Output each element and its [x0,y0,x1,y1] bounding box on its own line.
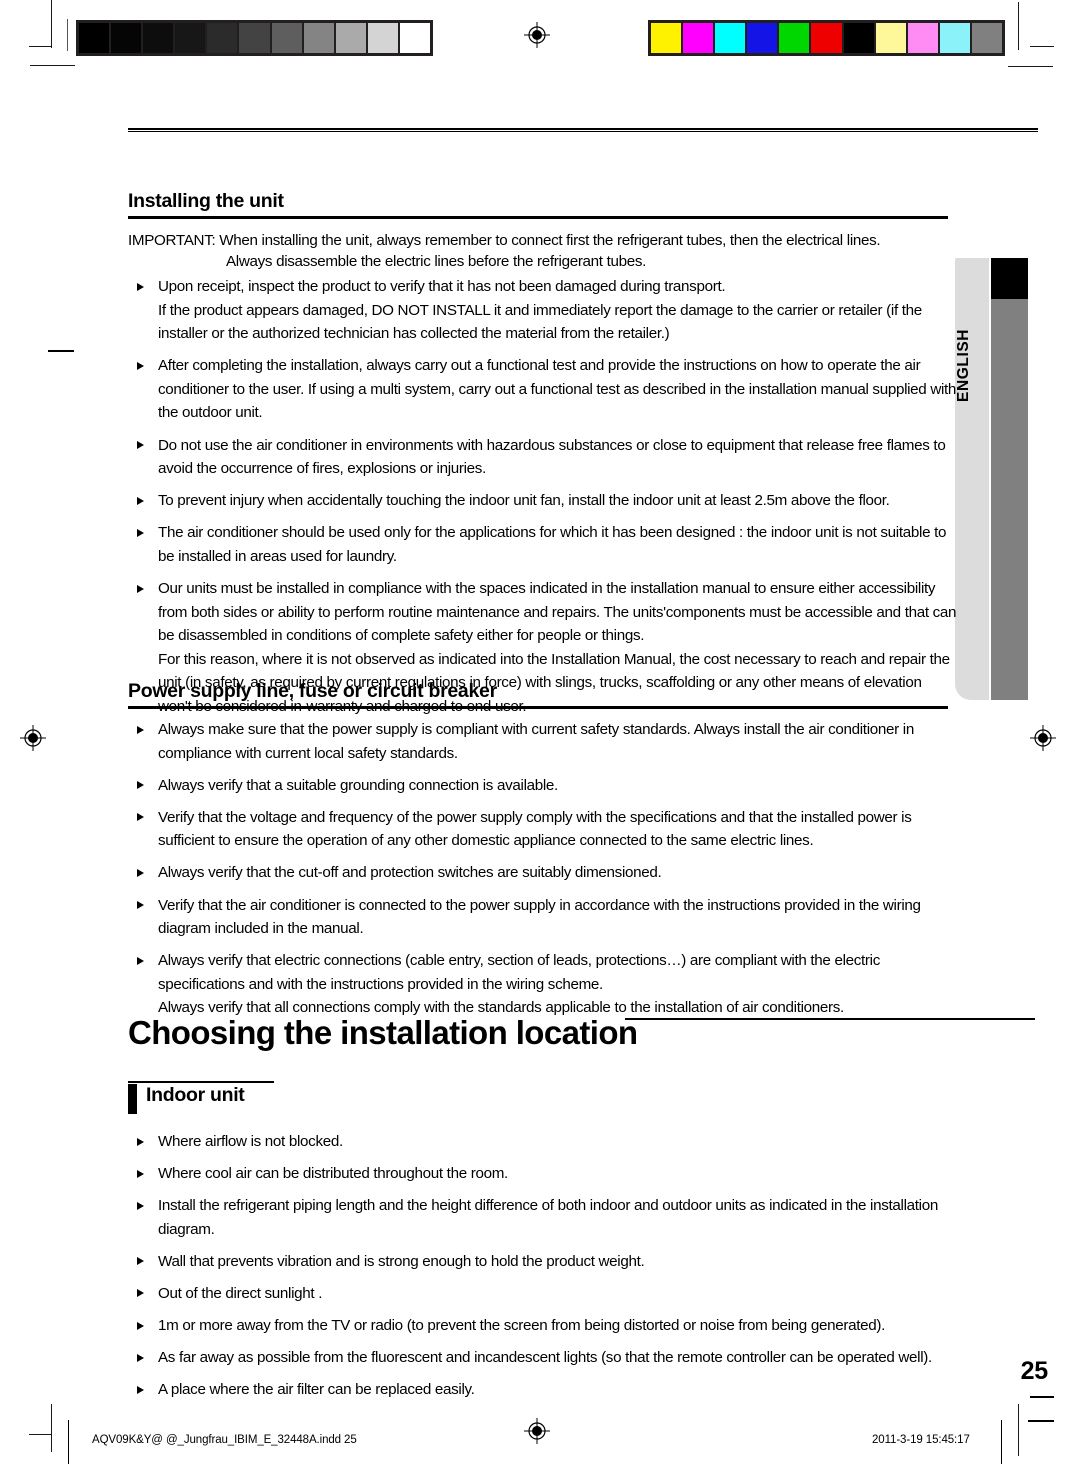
list-item: Always make sure that the power supply i… [128,718,958,765]
list-item: 1m or more away from the TV or radio (to… [128,1314,958,1338]
list-item-text: Verify that the air conditioner is conne… [158,896,921,938]
list-item: Always verify that the cut-off and prote… [128,861,958,885]
list-item-text: To prevent injury when accidentally touc… [158,492,890,510]
section-heading-power-supply: Power supply line, fuse or circuit break… [128,680,497,702]
footer-timestamp: 2011-3-19 15:45:17 [872,1434,970,1446]
list-item-text: Always make sure that the power supply i… [158,721,914,762]
list-item-text: Install the refrigerant piping length an… [158,1197,938,1238]
list-item: After completing the installation, alway… [128,354,958,425]
crop-mark-top-left-vertical [51,0,52,48]
list-item: Verify that the voltage and frequency of… [128,806,958,853]
important-note-line2: Always disassemble the electric lines be… [226,253,647,270]
list-item-text: As far away as possible from the fluores… [158,1349,932,1367]
list-item-text: Verify that the voltage and frequency of… [158,808,912,850]
triangle-bullet-icon [137,361,144,370]
footer-left-rule [68,1420,69,1464]
section-rule-installing-the-unit [128,216,948,219]
page-content: Installing the unit IMPORTANT: When inst… [128,0,1048,1476]
list-item-text: Do not use the air conditioner in enviro… [158,436,946,478]
list-item: Always verify that electric connections … [128,949,958,1020]
list-item: Where cool air can be distributed throug… [128,1162,958,1186]
list-item-text: Our units must be installed in complianc… [158,580,957,645]
crop-mark-left-middle-dash [48,350,74,352]
list-item: A place where the air filter can be repl… [128,1378,958,1402]
list-item: Verify that the air conditioner is conne… [128,894,958,941]
list-item: The air conditioner should be used only … [128,521,958,568]
list-item-text: Upon receipt, inspect the product to ver… [158,278,726,295]
list-item-text: Where airflow is not blocked. [158,1133,343,1150]
triangle-bullet-icon [137,1321,144,1330]
subsection-rule [128,1081,274,1083]
triangle-bullet-icon [137,1201,144,1210]
indoor-unit-bullet-list: Where airflow is not blocked. Where cool … [128,1130,958,1410]
list-item: Where airflow is not blocked. [128,1130,958,1154]
list-item-text: After completing the installation, alway… [158,357,957,422]
list-item: As far away as possible from the fluores… [128,1346,958,1370]
triangle-bullet-icon [137,1137,144,1146]
triangle-bullet-icon [137,1353,144,1362]
crop-mark-top-left-horizontal-2 [30,65,75,66]
footer-filename: AQV09K&Y@ @_Jungfrau_IBIM_E_32448A.indd … [92,1434,357,1446]
crop-mark-bottom-left-horizontal [29,1434,51,1435]
list-item-text: The air conditioner should be used only … [158,524,947,565]
page-number: 25 [1020,1357,1049,1385]
crop-mark-top-left-horizontal [29,46,51,47]
triangle-bullet-icon [137,1169,144,1178]
triangle-bullet-icon [137,956,144,965]
list-item: Do not use the air conditioner in enviro… [128,434,958,481]
triangle-bullet-icon [137,584,144,593]
section-heading-installing-the-unit: Installing the unit [128,190,284,212]
triangle-bullet-icon [137,1385,144,1394]
triangle-bullet-icon [137,282,144,291]
crop-mark-top-left-inner [67,19,68,51]
triangle-bullet-icon [137,1257,144,1266]
list-item-text: A place where the air filter can be repl… [158,1381,475,1399]
subsection-heading-indoor-unit: Indoor unit [146,1084,245,1106]
list-item: Wall that prevents vibration and is stro… [128,1250,958,1274]
list-item: Upon receipt, inspect the product to ver… [128,275,958,346]
triangle-bullet-icon [137,1289,144,1298]
triangle-bullet-icon [137,868,144,877]
triangle-bullet-icon [137,813,144,822]
calibration-patch-0 [79,23,112,53]
list-item: Install the refrigerant piping length an… [128,1194,958,1241]
list-item-text: Wall that prevents vibration and is stro… [158,1252,645,1270]
triangle-bullet-icon [137,441,144,450]
crop-mark-bottom-left-vertical [51,1404,52,1452]
list-item: Out of the direct sunlight . [128,1282,958,1306]
list-item-text: Where cool air can be distributed throug… [158,1165,508,1183]
list-item: Always verify that a suitable grounding … [128,774,958,798]
triangle-bullet-icon [137,901,144,910]
header-rule [128,128,1038,132]
list-item-text: 1m or more away from the TV or radio (to… [158,1317,885,1335]
registration-mark-left [20,725,46,751]
subsection-marker-bar [128,1084,137,1114]
section-rule-power-supply [128,706,948,709]
power-supply-bullet-list: Always make sure that the power supply i… [128,718,958,1029]
list-item-text: Always verify that the cut-off and prote… [158,864,662,882]
manual-page: ENGLISH Installing the unit IMPORTANT: W… [0,0,1080,1476]
triangle-bullet-icon [137,725,144,734]
list-item-text: Out of the direct sunlight . [158,1284,323,1302]
list-item: To prevent injury when accidentally touc… [128,489,958,513]
triangle-bullet-icon [137,781,144,790]
list-item-text: Always verify that a suitable grounding … [158,776,558,794]
chapter-title: Choosing the installation location [128,1014,638,1051]
installing-the-unit-bullet-list: Upon receipt, inspect the product to ver… [128,275,958,727]
list-item-text: Always verify that electric connections … [158,952,880,993]
list-item-text: If the product appears damaged, DO NOT I… [158,301,922,343]
triangle-bullet-icon [137,528,144,537]
triangle-bullet-icon [137,496,144,505]
footer-right-rule [1001,1420,1002,1464]
chapter-title-rule [625,1018,1035,1020]
